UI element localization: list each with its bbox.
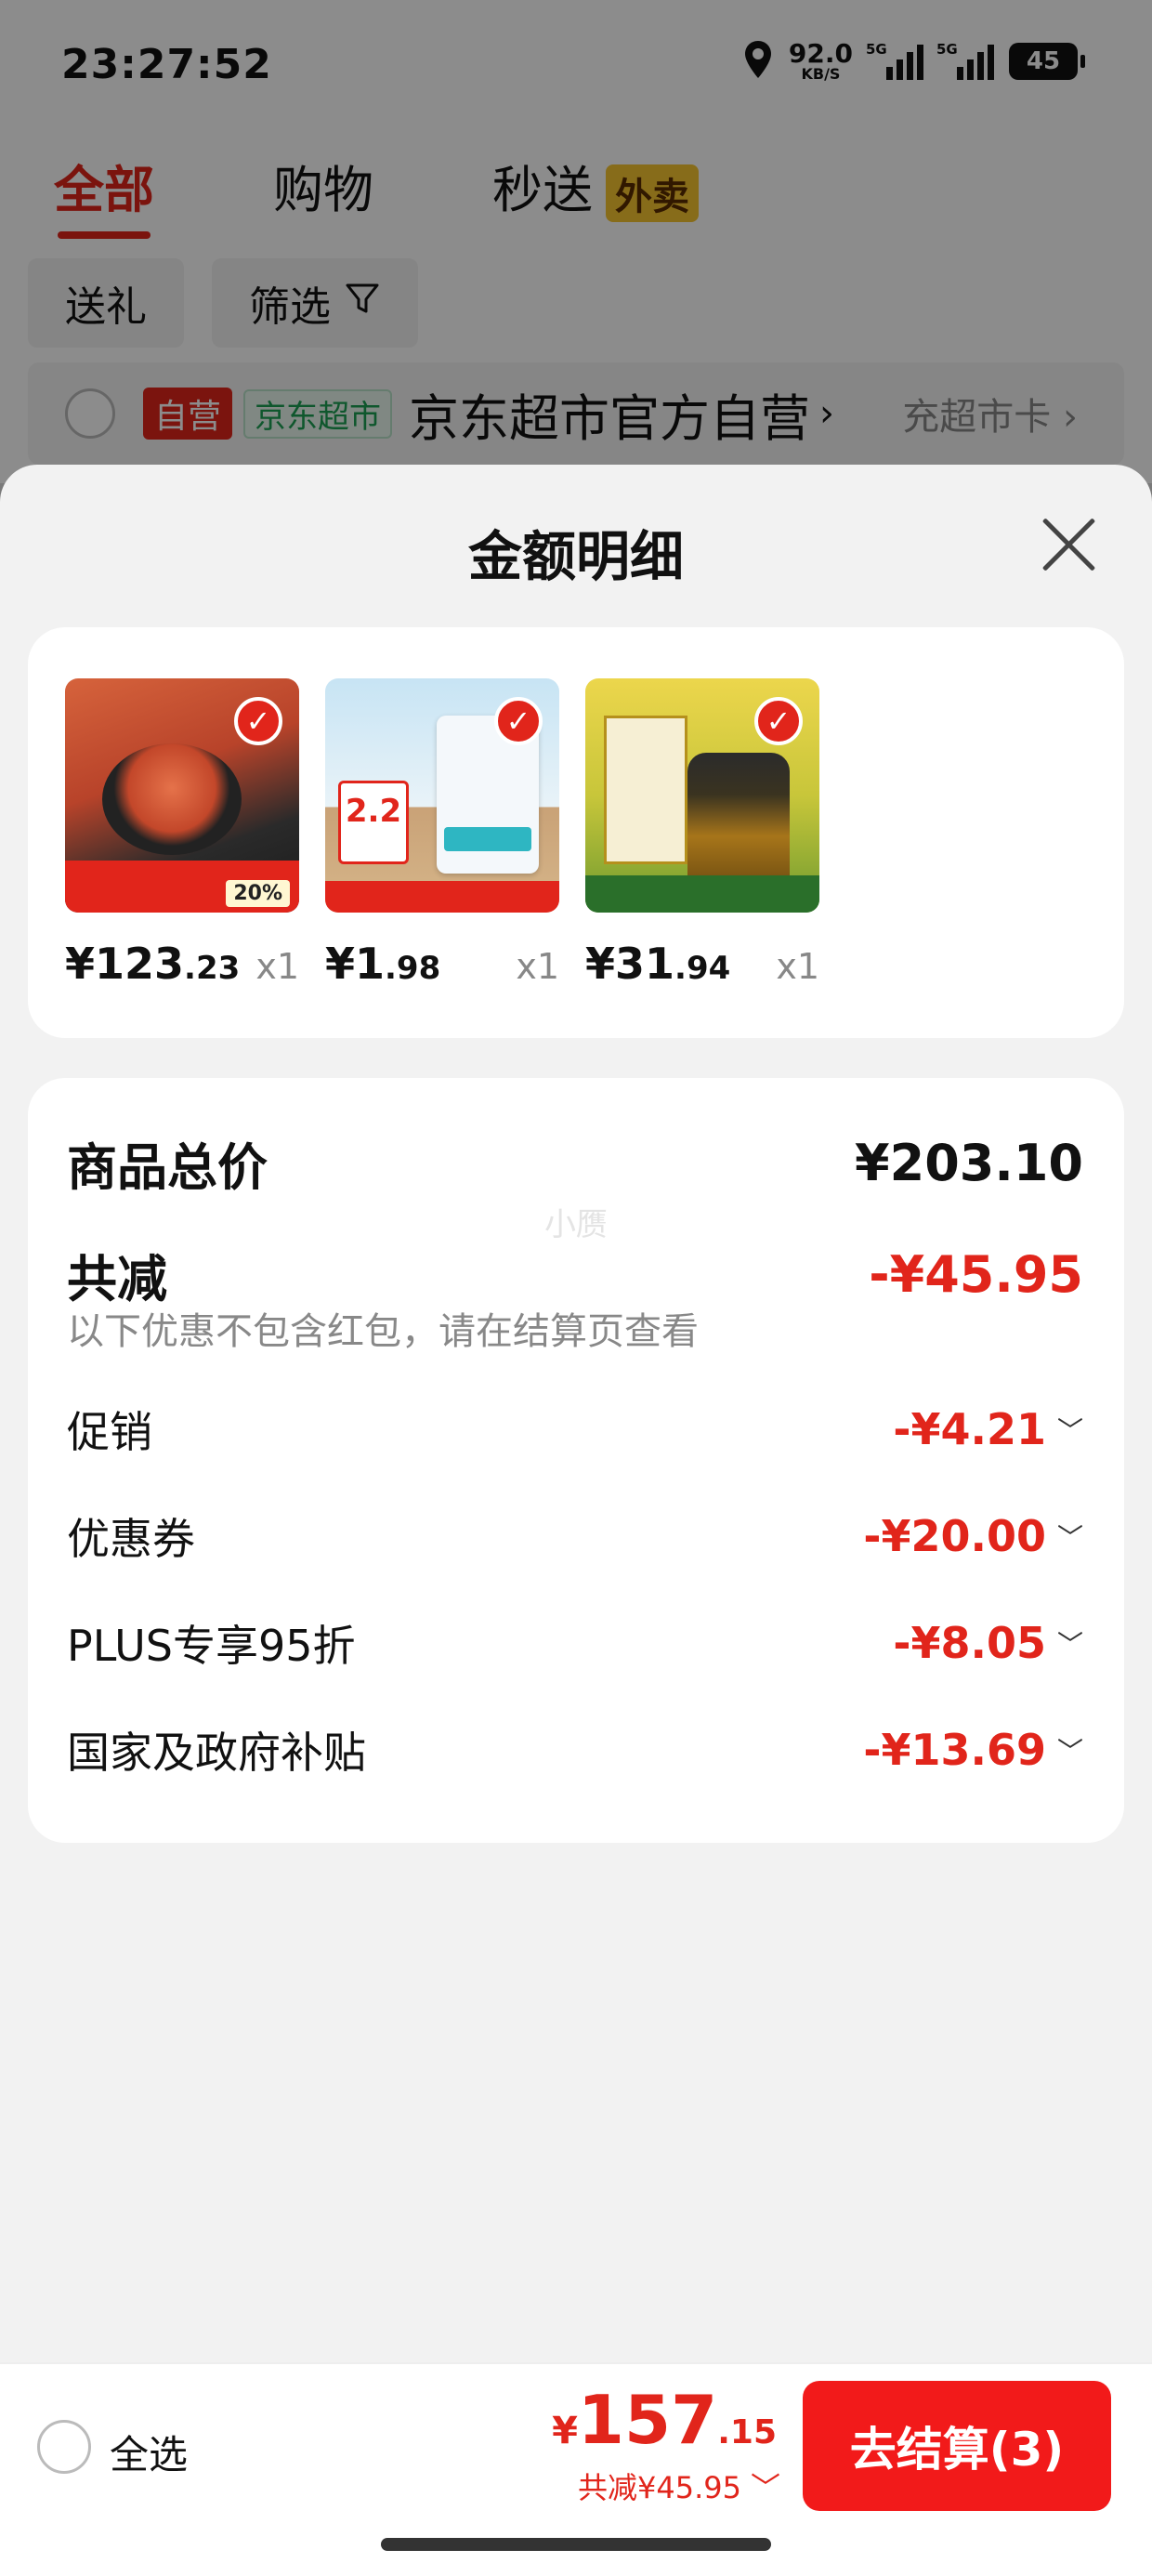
saved-summary[interactable]: 共减¥45.95 ﹀ [578,2464,780,2507]
price-int: ¥1 [325,939,386,989]
discount-amount: -¥20.00 [863,1511,1046,1561]
discount-value: -¥4.21 ﹀ [893,1404,1083,1454]
discount-value: -¥20.00 ﹀ [863,1511,1083,1561]
discount-label: 促销 [67,1407,152,1457]
discount-value: -¥8.05 ﹀ [893,1618,1083,1668]
discount-row-plus[interactable]: PLUS专享95折 -¥8.05 ﹀ [67,1612,1083,1674]
product-price: ¥31.94 [585,939,730,989]
sheet-title: 金额明细 [467,525,684,588]
overlay-dim[interactable] [0,0,1152,483]
product-item[interactable]: ✓ ¥31.94 x1 [585,678,819,989]
product-item[interactable]: 2.2 ✓ ¥1.98 x1 [325,678,559,989]
discount-amount: -¥4.21 [893,1404,1046,1454]
product-image: 20% ✓ [65,678,299,913]
background-page: 23:27:52 92.0 KB/S 5G 5G 45 全部 购物 秒送外卖 [0,0,1152,483]
promo-band [325,881,559,913]
discount-label: PLUS专享95折 [67,1621,356,1671]
total-main: 157 [577,2381,718,2459]
total-price-label: 商品总价 [67,1138,268,1197]
chevron-down-icon: ﹀ [1056,1736,1083,1767]
product-thumbnails-card: 20% ✓ ¥123.23 x1 2.2 ✓ ¥1.98 x1 ✓ ¥31.94… [28,627,1124,1038]
total-decimal: .15 [717,2413,777,2451]
discount-note: 以下优惠不包含红包，请在结算页查看 [67,1310,699,1353]
price-summary-card: 小赝 商品总价 ¥203.10 共减 -¥45.95 以下优惠不包含红包，请在结… [28,1078,1124,1843]
amount-detail-sheet: 金额明细 20% ✓ ¥123.23 x1 2.2 ✓ ¥1.98 x1 ✓ ¥… [0,465,1152,2576]
select-all-label[interactable]: 全选 [110,2424,188,2480]
promo-price-badge: 2.2 [338,781,409,864]
total-price-value: ¥203.10 [855,1134,1083,1192]
discount-amount: -¥8.05 [893,1618,1046,1668]
product-image: ✓ [585,678,819,913]
oil-bottle-graphic [687,753,790,892]
price-int: ¥123 [65,939,185,989]
price-dec: .23 [184,950,241,987]
chevron-down-icon: ﹀ [1056,1522,1083,1553]
currency-symbol: ¥ [552,2410,578,2452]
product-quantity: x1 [516,946,559,987]
check-icon: ✓ [754,697,803,745]
discount-badge: 20% [226,880,290,907]
check-icon: ✓ [494,697,543,745]
price-dec: .94 [674,950,731,987]
close-icon[interactable] [1039,515,1098,574]
product-item[interactable]: 20% ✓ ¥123.23 x1 [65,678,299,989]
product-price: ¥1.98 [325,939,440,989]
sign-graphic [604,716,687,864]
product-quantity: x1 [776,946,819,987]
checkout-bar: 全选 ¥157.15 共减¥45.95 ﹀ 去结算(3) [0,2362,1152,2525]
discount-amount: -¥13.69 [863,1725,1046,1775]
product-quantity: x1 [255,946,299,987]
wok-graphic [102,743,242,855]
select-all-radio[interactable] [37,2420,91,2474]
discount-row-coupon[interactable]: 优惠券 -¥20.00 ﹀ [67,1505,1083,1567]
total-price-row: 商品总价 ¥203.10 [67,1126,1083,1200]
promo-band [585,875,819,913]
discount-label: 国家及政府补贴 [67,1728,366,1778]
home-indicator[interactable] [381,2538,771,2551]
discount-row-promotion[interactable]: 促销 -¥4.21 ﹀ [67,1399,1083,1460]
product-image: 2.2 ✓ [325,678,559,913]
check-icon: ✓ [234,697,282,745]
price-int: ¥31 [585,939,675,989]
saved-amount: 共减¥45.95 [578,2470,741,2505]
chevron-down-icon: ﹀ [750,2470,780,2505]
discount-total-value: -¥45.95 [869,1245,1083,1304]
discount-label: 优惠券 [67,1514,195,1564]
price-dec: .98 [385,950,441,987]
discount-row-subsidy[interactable]: 国家及政府补贴 -¥13.69 ﹀ [67,1719,1083,1781]
total-amount: ¥157.15 [552,2381,777,2459]
discount-value: -¥13.69 ﹀ [863,1725,1083,1775]
product-price: ¥123.23 [65,939,240,989]
chevron-down-icon: ﹀ [1056,1629,1083,1660]
chevron-down-icon: ﹀ [1056,1415,1083,1446]
checkout-button[interactable]: 去结算(3) [803,2381,1111,2511]
